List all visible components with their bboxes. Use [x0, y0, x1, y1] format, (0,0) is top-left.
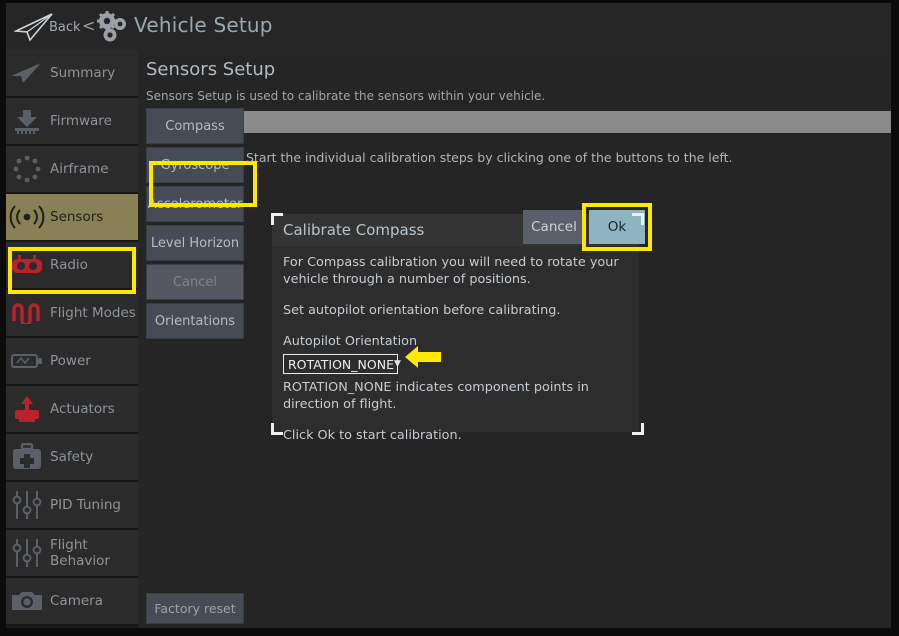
- sidebar: Summary Firmware: [6, 50, 138, 631]
- sidebar-item-summary[interactable]: Summary: [6, 50, 138, 98]
- left-arrow-annotation: [404, 343, 442, 371]
- sidebar-item-safety[interactable]: Safety: [6, 434, 138, 482]
- sidebar-item-radio[interactable]: Radio: [6, 242, 138, 290]
- airframe-dots-icon: [6, 145, 48, 193]
- sidebar-item-label: Airframe: [48, 161, 109, 177]
- vehicle-setup-window: Back < Vehicle Setup Summary: [0, 0, 899, 636]
- sidebar-item-label: Sensors: [48, 209, 103, 225]
- gyroscope-button[interactable]: Gyroscope: [146, 147, 244, 183]
- sliders-icon: [6, 481, 48, 529]
- compass-button[interactable]: Compass: [146, 108, 244, 144]
- camera-icon: [6, 577, 48, 625]
- battery-icon: [6, 337, 48, 385]
- sidebar-item-label: Flight Behavior: [48, 537, 138, 569]
- title-bar: Back < Vehicle Setup: [6, 3, 891, 50]
- sidebar-item-power[interactable]: Power: [6, 338, 138, 386]
- autopilot-orientation-value: ROTATION_NONE: [288, 356, 394, 373]
- sensors-setup-subtitle: Sensors Setup is used to calibrate the s…: [146, 89, 545, 103]
- content-pane: Sensors Setup Sensors Setup is used to c…: [138, 50, 891, 631]
- sidebar-item-sensors[interactable]: Sensors: [6, 194, 138, 242]
- gears-icon: [94, 10, 130, 44]
- sensors-setup-title: Sensors Setup: [146, 59, 275, 80]
- sidebar-item-label: Camera: [48, 593, 103, 609]
- sidebar-item-flight-modes[interactable]: Flight Modes: [6, 290, 138, 338]
- actuator-icon: [6, 385, 48, 433]
- dialog-cancel-button[interactable]: Cancel: [523, 210, 585, 244]
- dialog-title: Calibrate Compass: [283, 221, 424, 239]
- flight-modes-icon: [6, 289, 48, 337]
- calibrate-compass-dialog: Calibrate Compass For Compass calibratio…: [272, 214, 639, 432]
- dialog-paragraph-3: Click Ok to start calibration.: [283, 427, 628, 444]
- sidebar-item-label: PID Tuning: [48, 497, 121, 513]
- sidebar-item-label: Power: [48, 353, 91, 369]
- level-horizon-button[interactable]: Level Horizon: [146, 225, 244, 261]
- radio-icon: [6, 241, 48, 289]
- chevron-down-icon: ▼: [394, 356, 401, 373]
- sidebar-item-firmware[interactable]: Firmware: [6, 98, 138, 146]
- sidebar-item-camera[interactable]: Camera: [6, 578, 138, 626]
- orientations-button[interactable]: Orientations: [146, 303, 244, 339]
- sliders-icon: [6, 529, 48, 577]
- sidebar-item-label: Safety: [48, 449, 93, 465]
- dialog-ok-button[interactable]: Ok: [589, 210, 645, 244]
- cancel-calibration-button: Cancel: [146, 264, 244, 300]
- download-chip-icon: [6, 97, 48, 145]
- factory-reset-button[interactable]: Factory reset: [146, 593, 244, 624]
- sidebar-item-label: Summary: [48, 65, 115, 81]
- sidebar-item-actuators[interactable]: Actuators: [6, 386, 138, 434]
- sidebar-item-label: Actuators: [48, 401, 115, 417]
- autopilot-orientation-select[interactable]: ROTATION_NONE ▼: [283, 354, 398, 374]
- sidebar-item-label: Flight Modes: [48, 305, 136, 321]
- paper-plane-icon: [6, 49, 48, 97]
- calibration-button-column: Compass Gyroscope Accelerometer Level Ho…: [146, 108, 244, 342]
- orientation-note: ROTATION_NONE indicates component points…: [283, 379, 628, 413]
- first-aid-icon: [6, 433, 48, 481]
- back-button[interactable]: Back: [49, 20, 81, 35]
- calibration-helper-text: Start the individual calibration steps b…: [246, 150, 733, 165]
- sidebar-item-label: Radio: [48, 257, 88, 273]
- sidebar-item-label: Firmware: [48, 113, 112, 129]
- sidebar-item-airframe[interactable]: Airframe: [6, 146, 138, 194]
- sensor-waves-icon: [6, 193, 48, 241]
- dialog-paragraph-2: Set autopilot orientation before calibra…: [283, 302, 628, 319]
- autopilot-orientation-label: Autopilot Orientation: [283, 333, 628, 350]
- sidebar-item-flight-behavior[interactable]: Flight Behavior: [6, 530, 138, 578]
- page-title: Vehicle Setup: [134, 13, 273, 37]
- dialog-paragraph-1: For Compass calibration you will need to…: [283, 254, 628, 288]
- dialog-body: For Compass calibration you will need to…: [283, 254, 628, 458]
- accelerometer-button[interactable]: Accelerometer: [146, 186, 244, 222]
- sidebar-item-pid-tuning[interactable]: PID Tuning: [6, 482, 138, 530]
- calibration-progress-bar: [244, 111, 899, 133]
